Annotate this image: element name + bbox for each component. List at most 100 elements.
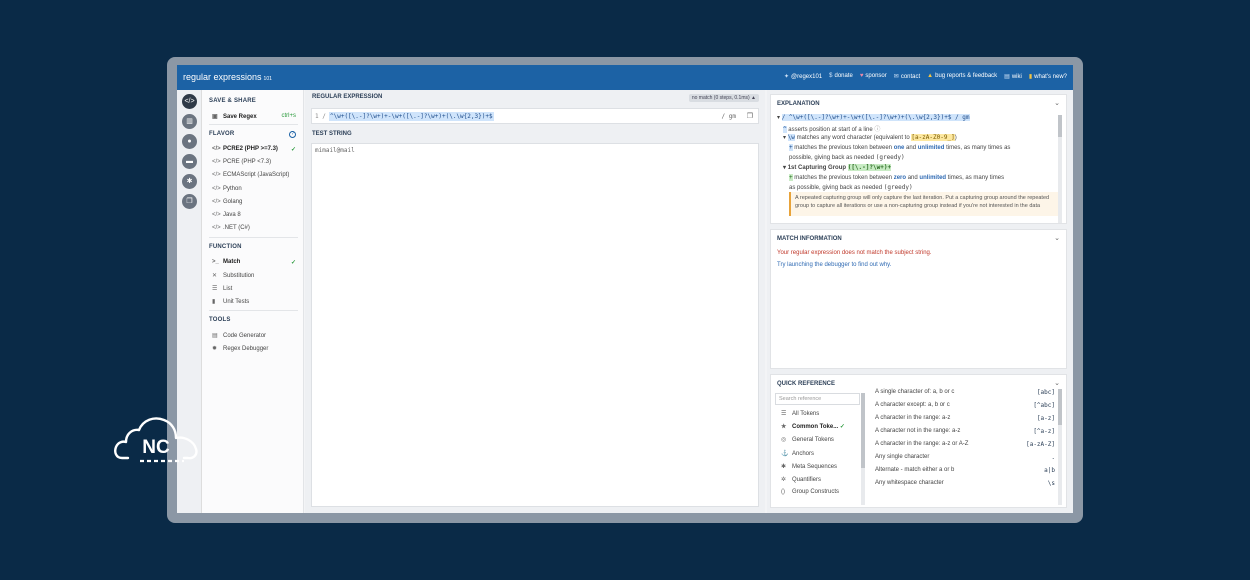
no-match-message: Your regular expression does not match t… bbox=[777, 250, 932, 256]
qr-category-general[interactable]: ◎ General Tokens bbox=[781, 436, 834, 443]
user-icon[interactable]: ● bbox=[182, 134, 197, 149]
lock-icon: ▲ bbox=[751, 95, 756, 101]
bug-icon: ✹ bbox=[212, 346, 218, 352]
circle-icon: ◎ bbox=[781, 437, 787, 443]
save-regex-button[interactable]: ▣ Save Regex ctrl+s bbox=[212, 113, 298, 120]
nav-wiki[interactable]: ▤ wiki bbox=[1004, 73, 1022, 80]
flavor-dotnet[interactable]: </> .NET (C#) bbox=[212, 225, 298, 231]
app-logo[interactable]: regular expressions 101 bbox=[183, 72, 272, 82]
explanation-scrollbar[interactable] bbox=[1058, 115, 1062, 223]
flavor-heading: FLAVOR bbox=[209, 131, 235, 137]
function-match[interactable]: >_ Match ✓ bbox=[212, 259, 298, 266]
save-share-heading: SAVE & SHARE bbox=[209, 98, 256, 104]
quantifier-icon: ✲ bbox=[781, 477, 787, 483]
chevron-down-icon[interactable]: ⌄ bbox=[1054, 234, 1060, 242]
reference-scrollbar[interactable] bbox=[1058, 389, 1062, 505]
flavor-pcre2[interactable]: </> PCRE2 (PHP >=7.3) ✓ bbox=[212, 146, 298, 153]
save-shortcut: ctrl+s bbox=[281, 113, 296, 119]
qr-row[interactable]: A single character of: a, b or c [abc] bbox=[875, 389, 1055, 396]
qr-category-anchors[interactable]: ⚓ Anchors bbox=[781, 450, 814, 457]
debugger-hint-link[interactable]: Try launching the debugger to find out w… bbox=[777, 262, 891, 268]
function-substitution[interactable]: ✕ Substitution bbox=[212, 272, 298, 279]
braces-icon: () bbox=[781, 489, 785, 495]
match-info-heading: MATCH INFORMATION bbox=[777, 236, 842, 242]
app-version: 101 bbox=[263, 76, 272, 82]
regex-flags[interactable]: / gm bbox=[722, 113, 736, 120]
explanation-panel: EXPLANATION ⌄ ▾ / ^\w+([\.-]?\w+)+-\w+([… bbox=[770, 94, 1067, 224]
code-icon: </> bbox=[212, 212, 221, 218]
qr-row[interactable]: A character in the range: a-z [a-z] bbox=[875, 415, 1055, 422]
explanation-heading: EXPLANATION bbox=[777, 101, 820, 107]
qr-category-all[interactable]: ☰ All Tokens bbox=[781, 410, 819, 417]
qr-row[interactable]: Any single character. bbox=[875, 454, 1055, 461]
tool-code-generator[interactable]: ▤ Code Generator bbox=[212, 332, 298, 339]
qr-category-common[interactable]: ★ Common Toke... ✓ bbox=[781, 423, 845, 430]
dollar-icon: $ bbox=[829, 73, 833, 79]
gear-icon[interactable]: ✱ bbox=[182, 174, 197, 189]
qr-row[interactable]: Any whitespace character \s bbox=[875, 480, 1055, 487]
reference-search-input[interactable]: Search reference bbox=[775, 393, 860, 405]
layers-icon[interactable]: ❐ bbox=[182, 194, 197, 209]
nc-cloud-logo: NC bbox=[114, 417, 198, 463]
qr-row[interactable]: A character in the range: a-z or A-Z [a-z… bbox=[875, 441, 1055, 448]
regex101-app: regular expressions 101 ✦ @regex101 $ donat… bbox=[177, 65, 1073, 513]
code-icon: </> bbox=[212, 146, 221, 152]
regex-input[interactable]: 1 / ^\w+([\.-]?\w+)+-\w+([\.-]?\w+)+(\.\… bbox=[311, 108, 759, 124]
flask-icon: ▮ bbox=[212, 299, 216, 305]
match-status-badge: no match (0 steps, 0.1ms) ▲ bbox=[688, 94, 759, 102]
nav-whats-new[interactable]: ▮ what's new? bbox=[1029, 73, 1067, 80]
nav-donate[interactable]: $ donate bbox=[829, 73, 853, 80]
qr-category-groups[interactable]: () Group Constructs bbox=[781, 489, 839, 495]
nav-sponsor[interactable]: ♥ sponsor bbox=[860, 73, 887, 80]
chevron-down-icon[interactable]: ⌄ bbox=[1054, 379, 1060, 387]
copy-icon[interactable]: ❐ bbox=[747, 112, 753, 120]
mail-icon: ✉ bbox=[893, 74, 899, 80]
qr-category-quantifiers[interactable]: ✲ Quantifiers bbox=[781, 476, 821, 483]
nav-twitter[interactable]: ✦ @regex101 bbox=[784, 73, 822, 80]
qr-row[interactable]: Alternate - match either a or b a|b bbox=[875, 467, 1055, 474]
star-icon: ★ bbox=[781, 424, 787, 430]
function-list[interactable]: ☰ List bbox=[212, 285, 298, 292]
code-icon: </> bbox=[212, 159, 221, 165]
explanation-line: ^ asserts position at start of a line ⓘ bbox=[783, 126, 881, 133]
list-icon: ☰ bbox=[781, 411, 787, 417]
test-string-input[interactable]: mimail@mail bbox=[311, 143, 759, 507]
qr-row[interactable]: A character not in the range: a-z [^a-z] bbox=[875, 428, 1055, 435]
tool-regex-debugger[interactable]: ✹ Regex Debugger bbox=[212, 345, 298, 352]
asterisk-icon: ✱ bbox=[781, 464, 787, 470]
divider bbox=[209, 124, 298, 125]
nav-bug-reports[interactable]: ▲ bug reports & feedback bbox=[927, 73, 997, 80]
book-icon: ▤ bbox=[1004, 74, 1010, 80]
check-icon: ✓ bbox=[839, 424, 845, 430]
nav-contact[interactable]: ✉ contact bbox=[894, 73, 920, 80]
chevron-down-icon[interactable]: ⌄ bbox=[1054, 99, 1060, 107]
explanation-regex: ▾ / ^\w+([\.-]?\w+)+-\w+([\.-]?\w+)+(\.\… bbox=[777, 114, 970, 121]
explanation-line: + matches the previous token between zer… bbox=[789, 174, 1005, 181]
explanation-line: + matches the previous token between one… bbox=[789, 144, 1011, 151]
right-column: EXPLANATION ⌄ ▾ / ^\w+([\.-]?\w+)+-\w+([… bbox=[767, 90, 1073, 513]
qr-row[interactable]: A character except: a, b or c [^abc] bbox=[875, 402, 1055, 409]
explanation-line: possible, giving back as needed (greedy) bbox=[789, 154, 905, 161]
library-icon[interactable]: ▥ bbox=[182, 114, 197, 129]
info-icon: ⓘ bbox=[874, 127, 881, 133]
categories-scrollbar[interactable] bbox=[861, 393, 865, 505]
explanation-line: as possible, giving back as needed (gree… bbox=[789, 184, 913, 191]
flavor-python[interactable]: </> Python bbox=[212, 186, 298, 192]
terminal-icon: >_ bbox=[212, 259, 219, 265]
match-info-panel: MATCH INFORMATION ⌄ Your regular express… bbox=[770, 229, 1067, 369]
regex-text: ^\w+([\.-]?\w+)+-\w+([\.-]?\w+)+(\.\w{2,… bbox=[329, 112, 494, 121]
chat-icon[interactable]: ▬ bbox=[182, 154, 197, 169]
function-unit-tests[interactable]: ▮ Unit Tests bbox=[212, 298, 298, 305]
flavor-pcre[interactable]: </> PCRE (PHP <7.3) bbox=[212, 159, 298, 165]
code-icon[interactable]: </> bbox=[182, 94, 197, 109]
function-heading: FUNCTION bbox=[209, 244, 242, 250]
explanation-line: ▾ \w matches any word character (equival… bbox=[783, 134, 957, 141]
quick-reference-heading: QUICK REFERENCE bbox=[777, 381, 836, 387]
anchor-icon: ⚓ bbox=[781, 451, 789, 457]
qr-category-meta[interactable]: ✱ Meta Sequences bbox=[781, 463, 837, 470]
help-icon[interactable]: ? bbox=[289, 131, 296, 138]
flavor-java[interactable]: </> Java 8 bbox=[212, 212, 298, 218]
flavor-ecmascript[interactable]: </> ECMAScript (JavaScript) bbox=[212, 172, 298, 178]
repeated-group-warning: A repeated capturing group will only cap… bbox=[789, 192, 1059, 216]
flavor-golang[interactable]: </> Golang bbox=[212, 199, 298, 205]
